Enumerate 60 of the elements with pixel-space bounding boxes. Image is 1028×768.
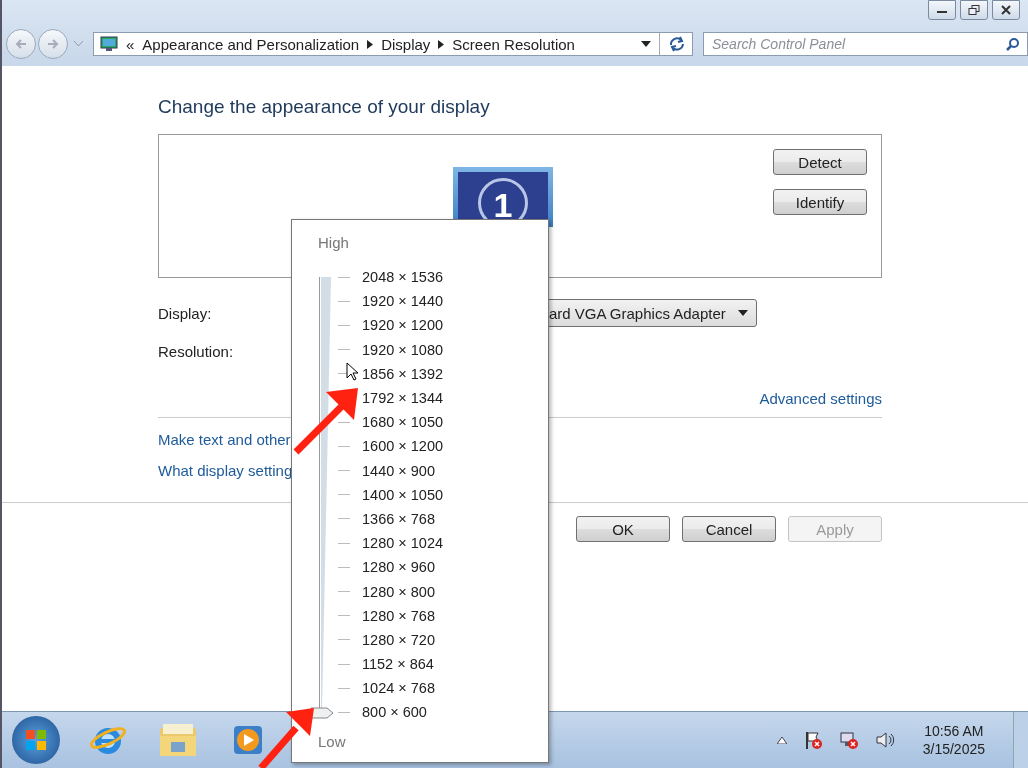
- forward-arrow-icon: [46, 38, 60, 50]
- resolution-option[interactable]: 1024 × 768: [362, 680, 435, 697]
- page-heading: Change the appearance of your display: [158, 96, 491, 118]
- minimize-button[interactable]: [928, 0, 956, 20]
- resolution-option[interactable]: 1280 × 768: [362, 607, 435, 624]
- dropdown-arrow-icon[interactable]: [641, 41, 651, 47]
- mouse-cursor-icon: [346, 362, 358, 381]
- address-bar[interactable]: « Appearance and Personalization Display Screen Resolution: [93, 32, 693, 56]
- resolution-option[interactable]: 1440 × 900: [362, 462, 435, 479]
- windows-logo-icon: [23, 727, 49, 753]
- resolution-option[interactable]: 1280 × 1024: [362, 535, 444, 552]
- start-button[interactable]: [12, 716, 60, 764]
- slider-thumb[interactable]: [310, 706, 334, 719]
- dropdown-arrow-icon[interactable]: [737, 310, 748, 316]
- control-panel-icon: [100, 36, 118, 52]
- resolution-option[interactable]: 1920 × 1200: [362, 317, 444, 334]
- advanced-settings-link[interactable]: Advanced settings: [759, 390, 882, 407]
- breadcrumb[interactable]: Appearance and Personalization: [142, 35, 360, 53]
- resolution-option[interactable]: 1792 × 1344: [362, 390, 444, 407]
- search-field[interactable]: Search Control Panel: [703, 32, 1028, 56]
- clock[interactable]: 10:56 AM 3/15/2025: [922, 723, 985, 757]
- back-arrow-icon: [14, 38, 28, 50]
- resolution-option[interactable]: 1366 × 768: [362, 510, 435, 527]
- resolution-option[interactable]: 1152 × 864: [362, 656, 434, 673]
- overflow-chevron[interactable]: «: [126, 35, 135, 53]
- close-icon: [1000, 5, 1012, 15]
- resolution-option[interactable]: 2048 × 1536: [362, 269, 444, 286]
- dialog-button[interactable]: Cancel: [682, 516, 776, 542]
- panel-button[interactable]: Identify: [773, 189, 867, 215]
- clock-date: 3/15/2025: [922, 741, 985, 757]
- resolution-option[interactable]: 1856 × 1392: [362, 365, 444, 382]
- clock-time: 10:56 AM: [924, 723, 984, 739]
- resolution-option[interactable]: 800 × 600: [362, 704, 427, 721]
- resolution-option[interactable]: 1280 × 960: [362, 559, 435, 576]
- help-link[interactable]: What display setting: [158, 462, 293, 479]
- breadcrumb[interactable]: Display: [381, 35, 431, 53]
- network-error-icon[interactable]: [838, 730, 859, 750]
- resolution-option[interactable]: 1920 × 1440: [362, 293, 444, 310]
- refresh-icon[interactable]: [668, 36, 686, 52]
- restore-icon: [968, 5, 980, 15]
- resolution-option[interactable]: 1920 × 1080: [362, 341, 444, 358]
- close-button[interactable]: [992, 0, 1020, 20]
- breadcrumb-arrow-icon[interactable]: [438, 39, 445, 49]
- resolution-option[interactable]: 1280 × 720: [362, 631, 435, 648]
- panel-button[interactable]: Detect: [773, 149, 867, 175]
- breadcrumb[interactable]: Screen Resolution: [452, 35, 575, 53]
- resolution-label: Resolution:: [158, 343, 234, 360]
- display-label: Display:: [158, 304, 213, 322]
- low-label: Low: [318, 732, 347, 750]
- resolution-option[interactable]: 1600 × 1200: [362, 438, 444, 455]
- resolution-option[interactable]: 1400 × 1050: [362, 486, 444, 503]
- speaker-icon[interactable]: [874, 730, 895, 750]
- breadcrumb-arrow-icon[interactable]: [367, 39, 374, 49]
- restore-button[interactable]: [960, 0, 988, 20]
- resolution-option[interactable]: 1280 × 800: [362, 583, 435, 600]
- high-label: High: [318, 234, 350, 251]
- resolution-option[interactable]: 1680 × 1050: [362, 414, 444, 431]
- show-hidden-icons-icon[interactable]: [776, 736, 787, 744]
- dialog-button[interactable]: OK: [576, 516, 670, 542]
- help-link[interactable]: Make text and other: [158, 431, 291, 448]
